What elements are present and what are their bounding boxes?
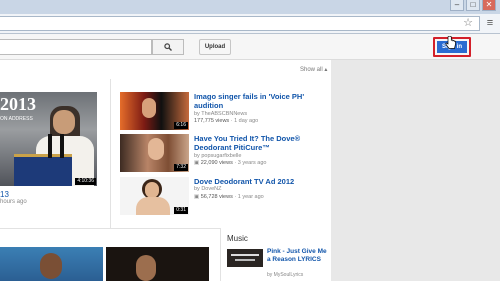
search-input[interactable]	[0, 39, 152, 55]
views-icon: ▣	[194, 194, 200, 200]
window-controls: – □ ✕	[450, 0, 496, 11]
video-title[interactable]: Dove Deodorant TV Ad 2012	[194, 177, 327, 186]
column-divider	[110, 79, 111, 229]
upload-button[interactable]: Upload	[199, 39, 231, 55]
views-icon: ▣	[194, 160, 200, 166]
show-all-link[interactable]: Show all ▴	[300, 66, 327, 73]
video-stats: ▣ 22,090 views · 3 years ago	[194, 160, 267, 166]
address-bar-row: ☆ ≡	[0, 14, 500, 34]
search-icon	[164, 43, 172, 51]
video-channel[interactable]: by DoveNZ	[194, 186, 222, 192]
featured-thumb-year: 2013	[0, 94, 36, 114]
video-duration: 7:32	[174, 164, 188, 171]
address-bar[interactable]: ☆	[0, 16, 480, 31]
featured-video-title[interactable]: 13	[0, 190, 9, 199]
music-section-title: Music	[227, 234, 248, 243]
hand-cursor-icon	[445, 36, 456, 49]
video-thumbnail[interactable]: 7:32	[120, 134, 189, 172]
video-title[interactable]: Have You Tried It? The Dove® Deodorant P…	[194, 134, 327, 152]
music-video-channel[interactable]: by MySoulLyrics	[267, 272, 303, 278]
video-thumbnail[interactable]	[106, 247, 209, 281]
featured-video-meta: hours ago	[0, 199, 27, 205]
browser-title-bar: – □ ✕	[0, 0, 500, 14]
video-thumbnail[interactable]: 0:31	[120, 177, 189, 215]
close-button[interactable]: ✕	[482, 0, 496, 11]
featured-thumb-caption: ON ADDRESS	[0, 116, 33, 122]
wrench-icon[interactable]: ≡	[483, 16, 497, 30]
video-title[interactable]: Imago singer fails in 'Voice PH' auditio…	[194, 92, 327, 110]
maximize-button[interactable]: □	[466, 0, 480, 11]
site-header: Upload Sign in	[0, 34, 500, 60]
video-stats: 177,775 views · 1 day ago	[194, 118, 259, 124]
video-duration: 0:31	[174, 207, 188, 214]
music-video-thumbnail[interactable]	[227, 249, 263, 267]
star-icon[interactable]: ☆	[463, 17, 473, 30]
featured-duration: 4:10:36	[75, 178, 96, 185]
featured-video-thumbnail[interactable]: 2013 ON ADDRESS 4:10:36	[0, 92, 97, 186]
minimize-button[interactable]: –	[450, 0, 464, 11]
video-channel[interactable]: by popsugarfixbelle	[194, 153, 241, 159]
video-channel[interactable]: by TheABSCBNNews	[194, 111, 247, 117]
video-thumbnail[interactable]: 6:16	[120, 92, 189, 130]
video-duration: 6:16	[174, 122, 188, 129]
music-video-title[interactable]: Pink - Just Give Me a Reason LYRICS	[267, 248, 327, 263]
video-thumbnail[interactable]	[0, 247, 103, 281]
search-button[interactable]	[152, 39, 184, 55]
video-stats: ▣ 56,728 views · 1 year ago	[194, 194, 264, 200]
